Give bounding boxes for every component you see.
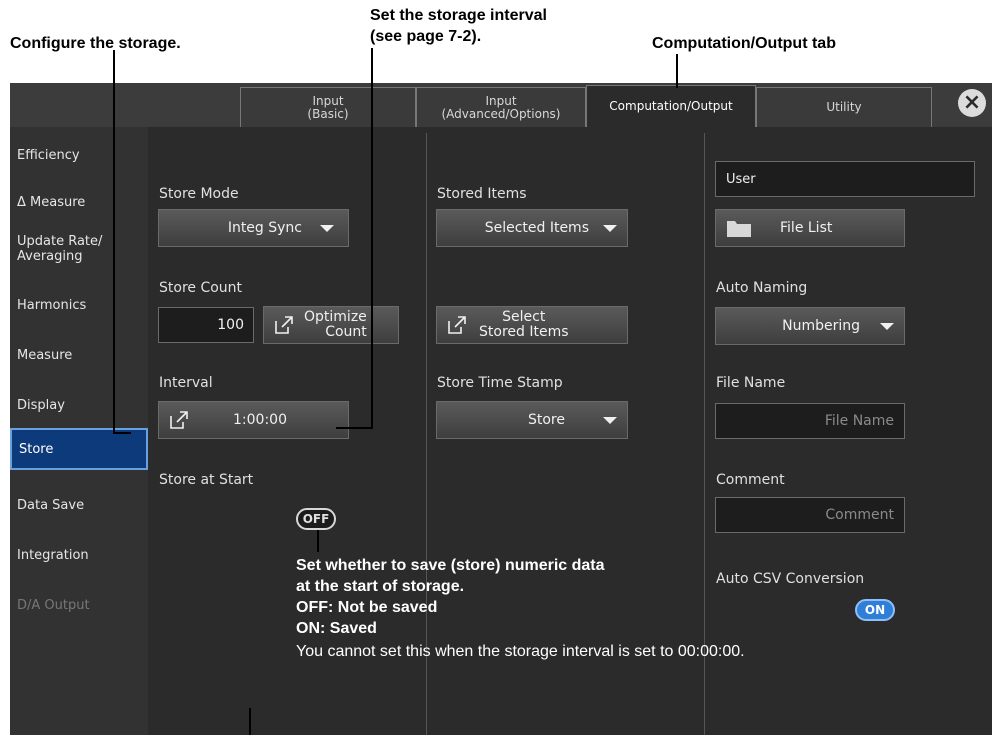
- sidebar-item-harmonics[interactable]: Harmonics: [10, 298, 148, 313]
- optimize-label: Count: [325, 324, 367, 340]
- sidebar-item-label: Store: [19, 441, 54, 457]
- sidebar-item-integration[interactable]: Integration: [10, 548, 148, 563]
- leader-line: [336, 427, 373, 429]
- callout-start-1: Set whether to save (store) numeric data: [296, 557, 605, 574]
- leader-line: [676, 54, 678, 88]
- file-list-button[interactable]: File List: [715, 209, 905, 247]
- store-mode-label: Store Mode: [159, 186, 239, 202]
- auto-naming-label: Auto Naming: [716, 280, 808, 296]
- interval-value: 1:00:00: [233, 412, 287, 428]
- optimize-count-button[interactable]: Optimize Count: [263, 306, 399, 344]
- tab-label: Input: [485, 93, 517, 108]
- file-name-input[interactable]: File Name: [715, 403, 905, 439]
- file-list-label: File List: [780, 220, 833, 236]
- tab-bar: Input (Basic) Input (Advanced/Options) Com…: [10, 83, 992, 127]
- tab-label: Utility: [826, 100, 862, 114]
- tab-label: (Advanced/Options): [441, 106, 561, 121]
- store-count-input[interactable]: 100: [158, 307, 254, 343]
- leader-line: [113, 50, 115, 433]
- folder-path-field[interactable]: User: [715, 161, 975, 197]
- tab-utility[interactable]: Utility: [756, 87, 932, 127]
- comment-input[interactable]: Comment: [715, 497, 905, 533]
- chevron-down-icon: [603, 224, 617, 232]
- tab-input-advanced[interactable]: Input (Advanced/Options): [416, 87, 586, 127]
- callout-start-3: OFF: Not be saved: [296, 599, 438, 616]
- sidebar-item-store[interactable]: Store: [10, 428, 148, 470]
- callout-interval-2: (see page 7-2).: [370, 28, 482, 45]
- file-name-label: File Name: [716, 375, 786, 391]
- chevron-down-icon: [320, 224, 334, 232]
- tab-label: Input: [312, 93, 344, 108]
- sidebar-item-da-output: D/A Output: [17, 598, 90, 613]
- sidebar-item-efficiency[interactable]: Efficiency: [10, 148, 148, 163]
- sidebar-item-data-save[interactable]: Data Save: [10, 498, 148, 513]
- auto-csv-label: Auto CSV Conversion: [716, 571, 865, 587]
- tab-label: (Basic): [307, 106, 349, 121]
- callout-start-2: at the start of storage.: [296, 578, 465, 595]
- auto-naming-value: Numbering: [782, 318, 860, 334]
- select-label: Stored Items: [479, 324, 569, 340]
- sidebar-item-display[interactable]: Display: [10, 398, 148, 413]
- interval-button[interactable]: 1:00:00: [158, 401, 349, 439]
- store-mode-dropdown[interactable]: Integ Sync: [158, 209, 349, 247]
- tab-label: Computation/Output: [609, 99, 733, 113]
- callout-configure: Configure the storage.: [10, 35, 181, 52]
- leader-line: [113, 432, 131, 434]
- callout-interval-1: Set the storage interval: [370, 7, 547, 24]
- time-stamp-value: Store: [527, 412, 565, 428]
- optimize-label: Optimize: [304, 309, 367, 325]
- folder-icon: [727, 221, 751, 237]
- auto-naming-dropdown[interactable]: Numbering: [715, 307, 905, 345]
- sidebar-item-update-rate[interactable]: Update Rate/ Averaging: [10, 234, 148, 264]
- close-icon[interactable]: ×: [958, 89, 986, 117]
- sidebar-item-measure[interactable]: Measure: [10, 348, 148, 363]
- stored-items-dropdown[interactable]: Selected Items: [436, 209, 628, 247]
- tab-input-basic[interactable]: Input (Basic): [240, 87, 416, 127]
- sidebar-item-label: Averaging: [17, 249, 83, 264]
- store-count-label: Store Count: [159, 280, 243, 296]
- select-stored-items-button[interactable]: Select Stored Items: [436, 306, 628, 344]
- stored-items-value: Selected Items: [484, 220, 589, 236]
- stored-items-label: Stored Items: [437, 186, 527, 202]
- comment-label: Comment: [716, 472, 785, 488]
- tab-computation-output[interactable]: Computation/Output: [586, 85, 756, 127]
- interval-label: Interval: [159, 375, 213, 391]
- leader-line: [249, 708, 251, 735]
- callout-start-4: ON: Saved: [296, 620, 377, 637]
- sidebar: Efficiency Δ Measure Update Rate/ Averag…: [10, 127, 148, 735]
- store-at-start-toggle[interactable]: OFF: [296, 508, 336, 530]
- sidebar-item-label: Update Rate/: [17, 234, 103, 249]
- select-label: Select: [502, 309, 546, 325]
- popout-icon: [170, 411, 188, 429]
- store-at-start-label: Store at Start: [159, 472, 254, 488]
- popout-icon: [448, 316, 466, 334]
- leader-line: [317, 530, 319, 552]
- app-screen: Input (Basic) Input (Advanced/Options) Com…: [10, 83, 992, 735]
- store-time-stamp-dropdown[interactable]: Store: [436, 401, 628, 439]
- chevron-down-icon: [603, 416, 617, 424]
- callout-tab: Computation/Output tab: [652, 35, 836, 52]
- auto-csv-toggle[interactable]: ON: [855, 599, 895, 621]
- callout-note: You cannot set this when the storage int…: [296, 643, 745, 660]
- sidebar-item-delta-measure[interactable]: Δ Measure: [10, 195, 148, 210]
- store-time-stamp-label: Store Time Stamp: [437, 375, 563, 391]
- leader-line: [371, 48, 373, 429]
- popout-icon: [275, 316, 293, 334]
- store-mode-value: Integ Sync: [227, 220, 302, 236]
- chevron-down-icon: [880, 322, 894, 330]
